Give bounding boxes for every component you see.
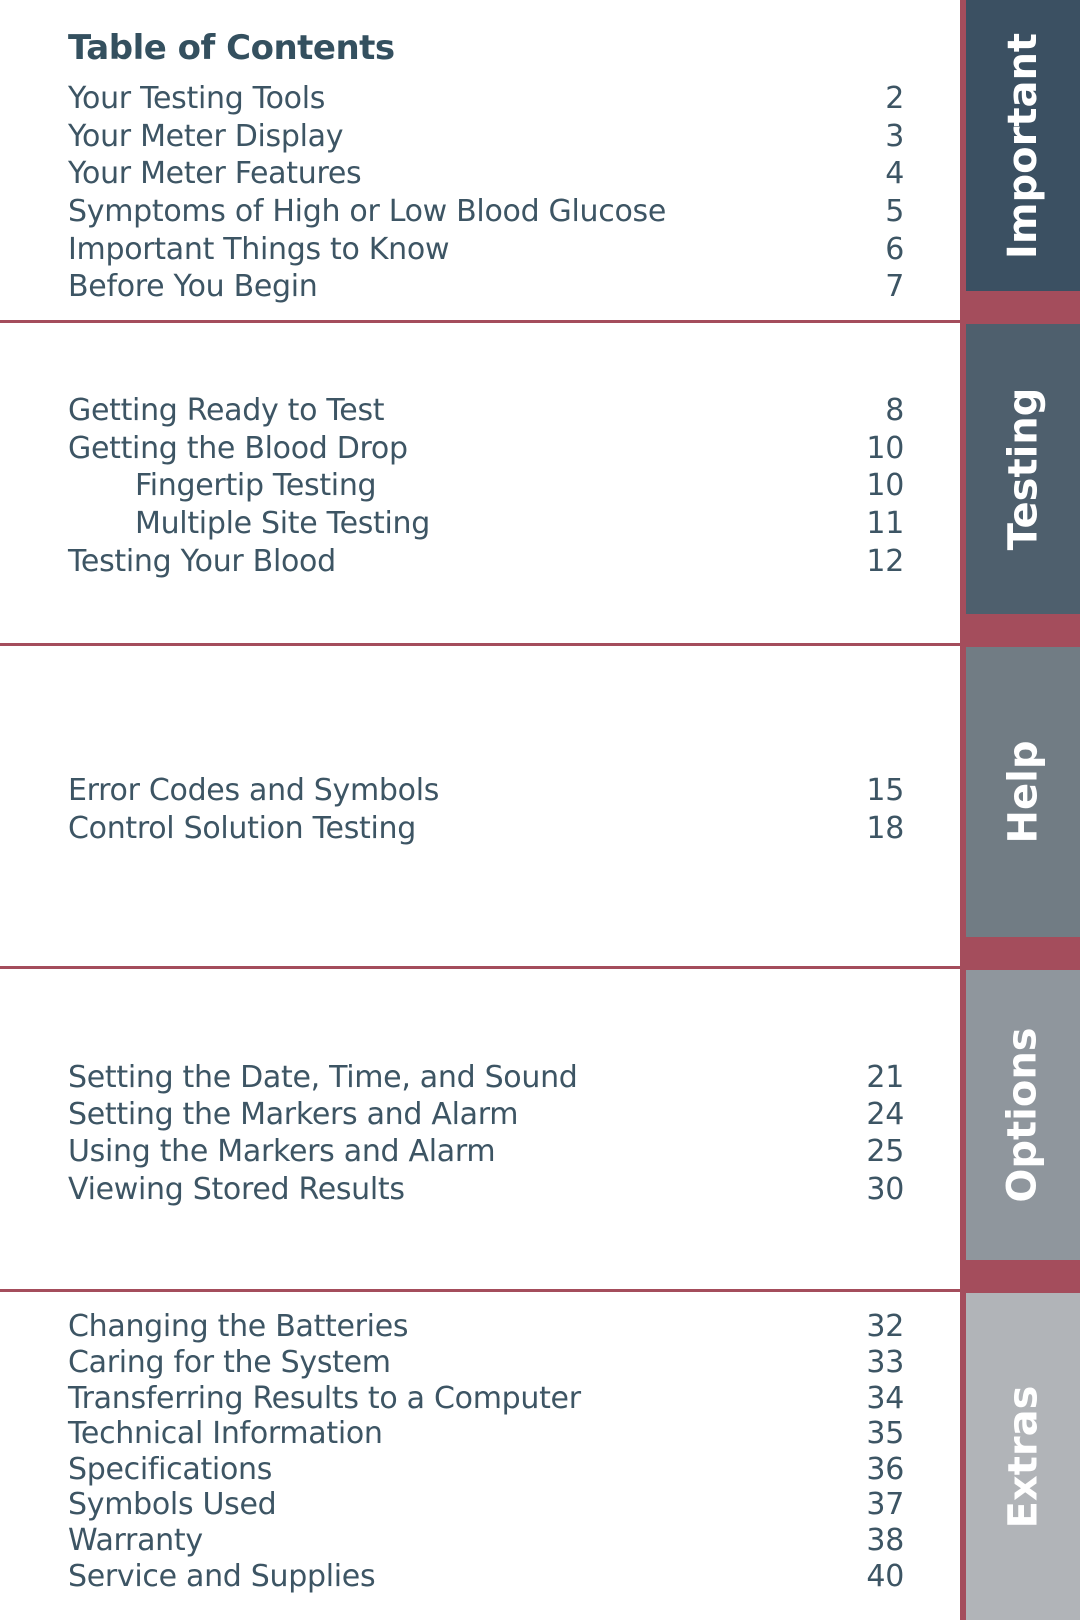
toc-entry[interactable]: Technical Information 35 (68, 1415, 904, 1452)
toc-entry-label: Multiple Site Testing (135, 506, 431, 541)
toc-entry[interactable]: Changing the Batteries 32 (68, 1308, 904, 1345)
toc-entry[interactable]: Your Meter Features 4 (68, 155, 904, 192)
toc-entry-label: Symbols Used (68, 1487, 277, 1522)
section-tab-label: Extras (1000, 1385, 1046, 1528)
toc-entry[interactable]: Setting the Date, Time, and Sound 21 (68, 1059, 904, 1096)
toc-entry[interactable]: Transferring Results to a Computer 34 (68, 1380, 904, 1417)
toc-entry-page-number: 24 (866, 1097, 904, 1132)
toc-entry[interactable]: Viewing Stored Results 30 (68, 1171, 904, 1208)
section-tab-extras[interactable]: Extras (966, 1293, 1080, 1620)
toc-entry-label: Service and Supplies (68, 1559, 376, 1594)
toc-entry-page-number: 37 (866, 1487, 904, 1522)
toc-entry-label: Testing Your Blood (68, 544, 336, 579)
page-title: Table of Contents (68, 28, 395, 68)
toc-entry[interactable]: Symbols Used 37 (68, 1486, 904, 1523)
toc-entry[interactable]: Symptoms of High or Low Blood Glucose 5 (68, 193, 904, 230)
toc-entry-page-number: 34 (866, 1381, 904, 1416)
toc-entry[interactable]: Your Meter Display 3 (68, 118, 904, 155)
toc-entry-label: Specifications (68, 1452, 273, 1487)
toc-entry-label: Symptoms of High or Low Blood Glucose (68, 194, 666, 229)
toc-entry-label: Getting Ready to Test (68, 393, 385, 428)
toc-entry[interactable]: Before You Begin 7 (68, 268, 904, 305)
toc-entry-page-number: 18 (866, 811, 904, 846)
toc-entry[interactable]: Control Solution Testing 18 (68, 810, 904, 847)
toc-entry-page-number: 2 (885, 81, 904, 116)
toc-entry-label: Fingertip Testing (135, 468, 377, 503)
toc-entry-page-number: 38 (866, 1523, 904, 1558)
toc-entry-label: Your Meter Display (68, 119, 344, 154)
toc-entry-label: Setting the Date, Time, and Sound (68, 1060, 578, 1095)
toc-entry[interactable]: Getting the Blood Drop 10 (68, 430, 904, 467)
toc-entry-label: Warranty (68, 1523, 203, 1558)
section-tab-help[interactable]: Help (966, 647, 1080, 937)
section-tab-label: Important (1000, 32, 1046, 259)
toc-entry-page-number: 3 (885, 119, 904, 154)
toc-entry-page-number: 36 (866, 1452, 904, 1487)
toc-entry[interactable]: Your Testing Tools 2 (68, 80, 904, 117)
section-divider (0, 320, 962, 323)
toc-entry[interactable]: Specifications 36 (68, 1451, 904, 1488)
section-divider (0, 643, 962, 646)
toc-entry-page-number: 6 (885, 232, 904, 267)
toc-entry-label: Changing the Batteries (68, 1309, 409, 1344)
toc-entry-page-number: 21 (866, 1060, 904, 1095)
toc-entry-page-number: 11 (866, 506, 904, 541)
toc-entry-label: Your Testing Tools (68, 81, 326, 116)
toc-entry-page-number: 4 (885, 156, 904, 191)
toc-entry-label: Getting the Blood Drop (68, 431, 408, 466)
table-of-contents: Table of Contents Your Testing Tools 2 You… (0, 0, 962, 1620)
toc-entry-page-number: 8 (885, 393, 904, 428)
toc-entry-page-number: 10 (866, 468, 904, 503)
toc-entry-page-number: 15 (866, 773, 904, 808)
toc-entry[interactable]: Error Codes and Symbols 15 (68, 772, 904, 809)
toc-entry[interactable]: Warranty 38 (68, 1522, 904, 1559)
toc-entry-page-number: 32 (866, 1309, 904, 1344)
toc-entry-label: Setting the Markers and Alarm (68, 1097, 519, 1132)
toc-entry-page-number: 30 (866, 1172, 904, 1207)
tab-border-line (961, 0, 963, 1620)
toc-entry-label: Caring for the System (68, 1345, 391, 1380)
toc-entry-page-number: 35 (866, 1416, 904, 1451)
toc-entry[interactable]: Service and Supplies 40 (68, 1558, 904, 1595)
toc-entry[interactable]: Setting the Markers and Alarm 24 (68, 1096, 904, 1133)
toc-entry-page-number: 10 (866, 431, 904, 466)
toc-entry-label: Transferring Results to a Computer (68, 1381, 581, 1416)
section-tab-important[interactable]: Important (966, 0, 1080, 291)
toc-entry-page-number: 12 (866, 544, 904, 579)
section-tab-label: Help (999, 740, 1046, 844)
section-divider (0, 966, 962, 969)
toc-entry-label: Using the Markers and Alarm (68, 1134, 496, 1169)
toc-entry-label: Before You Begin (68, 269, 318, 304)
toc-entry-label: Technical Information (68, 1416, 383, 1451)
toc-entry[interactable]: Using the Markers and Alarm 25 (68, 1133, 904, 1170)
toc-entry[interactable]: Caring for the System 33 (68, 1344, 904, 1381)
toc-entry[interactable]: Multiple Site Testing 11 (135, 505, 904, 542)
toc-entry-label: Error Codes and Symbols (68, 773, 440, 808)
toc-entry[interactable]: Testing Your Blood 12 (68, 543, 904, 580)
toc-entry-page-number: 7 (885, 269, 904, 304)
section-tab-testing[interactable]: Testing (966, 324, 1080, 614)
section-tab-label: Options (1000, 1027, 1047, 1203)
section-tab-label: Testing (1000, 387, 1047, 551)
toc-entry-label: Important Things to Know (68, 232, 450, 267)
toc-entry-label: Your Meter Features (68, 156, 362, 191)
toc-entry-page-number: 25 (866, 1134, 904, 1169)
toc-entry[interactable]: Getting Ready to Test 8 (68, 392, 904, 429)
toc-entry-label: Control Solution Testing (68, 811, 416, 846)
toc-entry[interactable]: Important Things to Know 6 (68, 231, 904, 268)
section-tab-options[interactable]: Options (966, 970, 1080, 1260)
toc-entry[interactable]: Fingertip Testing 10 (135, 467, 904, 504)
toc-entry-page-number: 5 (885, 194, 904, 229)
toc-entry-page-number: 40 (866, 1559, 904, 1594)
toc-entry-page-number: 33 (866, 1345, 904, 1380)
section-divider (0, 1289, 962, 1292)
toc-entry-label: Viewing Stored Results (68, 1172, 405, 1207)
